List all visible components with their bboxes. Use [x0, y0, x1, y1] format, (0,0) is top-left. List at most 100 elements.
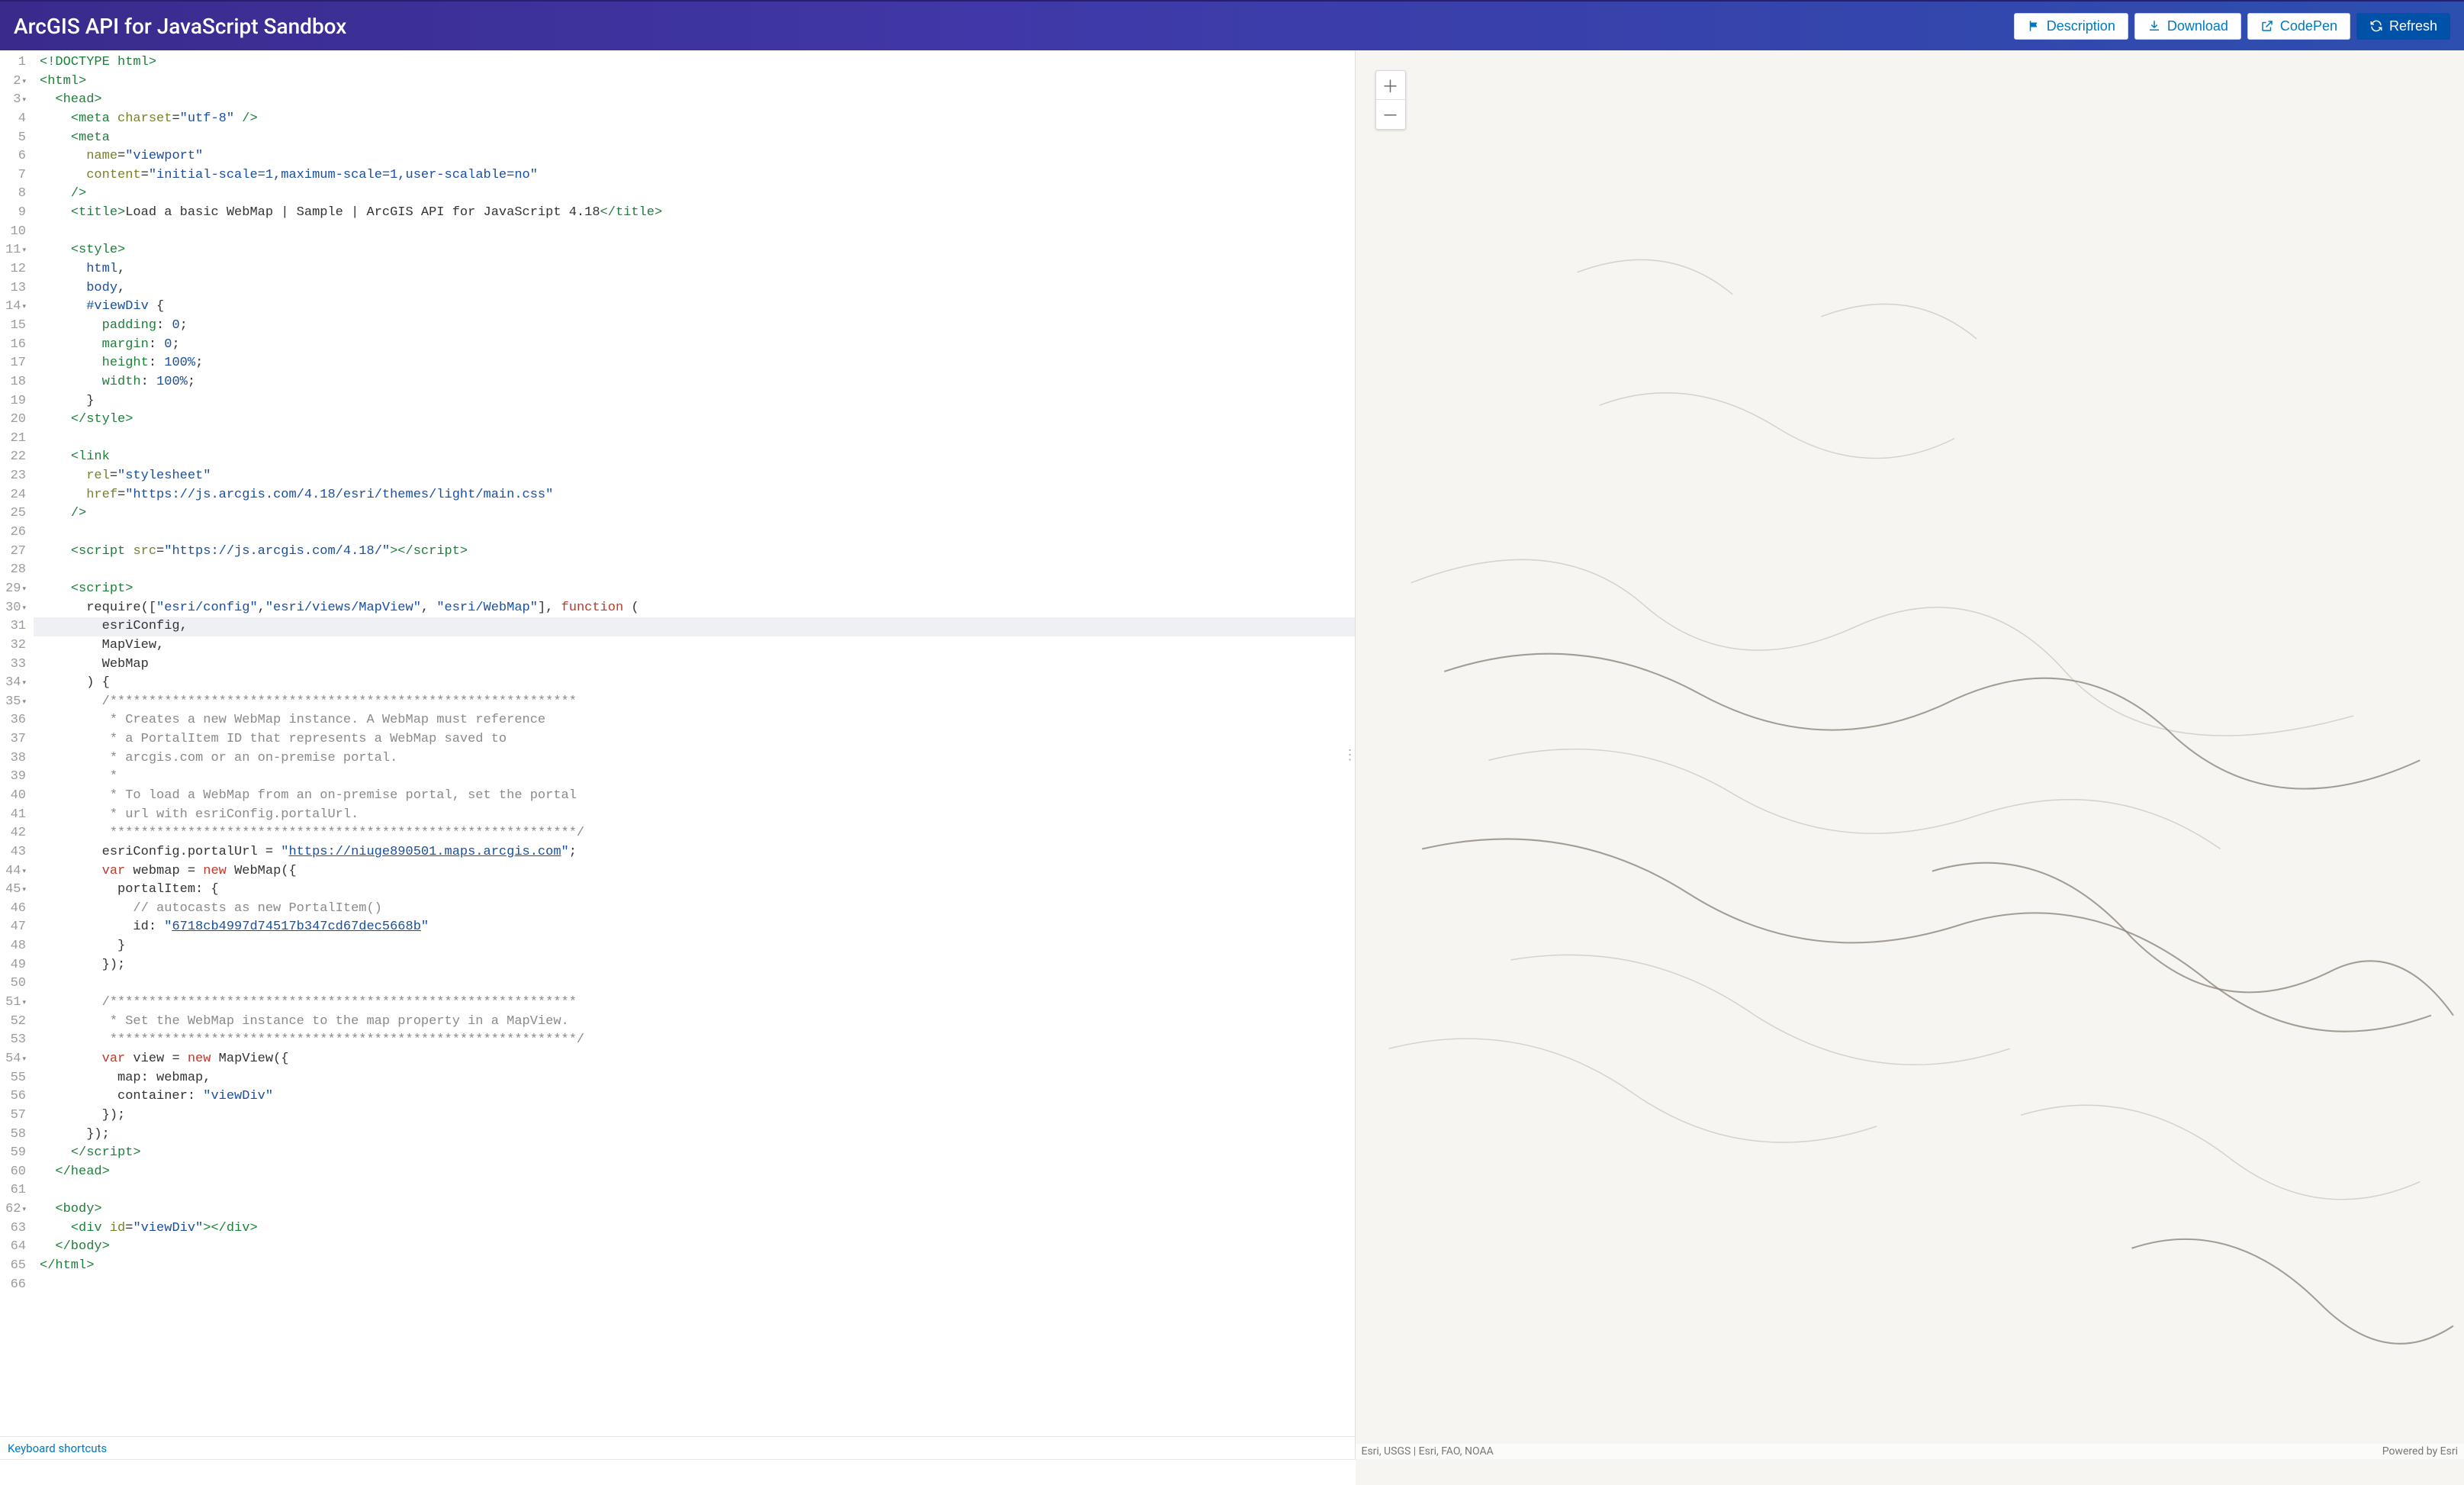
code-line[interactable]: <style> — [34, 241, 1355, 260]
codepen-label: CodePen — [2280, 18, 2337, 34]
codepen-button[interactable]: CodePen — [2247, 13, 2350, 40]
code-line[interactable]: WebMap — [34, 656, 1355, 675]
keyboard-shortcuts-link[interactable]: Keyboard shortcuts — [8, 1442, 107, 1455]
code-line[interactable]: rel="stylesheet" — [34, 467, 1355, 486]
code-line[interactable]: portalItem: { — [34, 881, 1355, 900]
code-line[interactable]: </head> — [34, 1163, 1355, 1182]
code-line[interactable] — [34, 561, 1355, 580]
code-line[interactable]: // autocasts as new PortalItem() — [34, 900, 1355, 919]
code-line[interactable]: </style> — [34, 411, 1355, 430]
code-line[interactable]: </body> — [34, 1238, 1355, 1257]
line-number: 36 — [3, 711, 26, 730]
code-line[interactable]: * url with esriConfig.portalUrl. — [34, 806, 1355, 825]
code-line[interactable]: <script> — [34, 580, 1355, 599]
code-line[interactable]: /> — [34, 185, 1355, 204]
code-line[interactable]: * Set the WebMap instance to the map pro… — [34, 1013, 1355, 1032]
refresh-button[interactable]: Refresh — [2356, 13, 2450, 40]
code-line[interactable]: * — [34, 768, 1355, 787]
download-label: Download — [2167, 18, 2228, 34]
code-line[interactable]: require(["esri/config","esri/views/MapVi… — [34, 599, 1355, 618]
code-line[interactable]: var view = new MapView({ — [34, 1050, 1355, 1069]
code-line[interactable]: <html> — [34, 72, 1355, 92]
code-line[interactable]: }); — [34, 1107, 1355, 1126]
code-line[interactable] — [34, 430, 1355, 449]
line-number: 26 — [3, 523, 26, 543]
code-line[interactable]: <!DOCTYPE html> — [34, 53, 1355, 72]
code-line[interactable]: content="initial-scale=1,maximum-scale=1… — [34, 166, 1355, 185]
code-line[interactable]: </script> — [34, 1144, 1355, 1163]
code-line[interactable]: * a PortalItem ID that represents a WebM… — [34, 730, 1355, 749]
line-number: 39 — [3, 768, 26, 787]
code-line[interactable]: id: "6718cb4997d74517b347cd67dec5668b" — [34, 918, 1355, 937]
code-line[interactable]: <meta — [34, 129, 1355, 148]
code-line[interactable]: ****************************************… — [34, 1031, 1355, 1050]
code-line[interactable] — [34, 223, 1355, 242]
code-line[interactable]: /***************************************… — [34, 994, 1355, 1013]
code-line[interactable]: } — [34, 392, 1355, 411]
code-line[interactable]: <meta charset="utf-8" /> — [34, 110, 1355, 129]
code-line[interactable]: map: webmap, — [34, 1069, 1355, 1088]
code-line[interactable]: #viewDiv { — [34, 298, 1355, 317]
code-line[interactable]: <div id="viewDiv"></div> — [34, 1219, 1355, 1239]
zoom-in-button[interactable]: ＋ — [1376, 71, 1405, 100]
code-line[interactable]: <script src="https://js.arcgis.com/4.18/… — [34, 543, 1355, 562]
line-gutter: 1234567891011121314151617181920212223242… — [0, 50, 34, 1436]
line-number: 30 — [3, 599, 26, 618]
line-number: 4 — [3, 110, 26, 129]
line-number: 5 — [3, 129, 26, 148]
line-number: 2 — [3, 72, 26, 92]
code-line[interactable]: <title>Load a basic WebMap | Sample | Ar… — [34, 204, 1355, 223]
code-line[interactable]: /> — [34, 504, 1355, 523]
code-line[interactable]: </html> — [34, 1257, 1355, 1276]
code-line[interactable]: }); — [34, 1126, 1355, 1145]
code-line[interactable]: <body> — [34, 1200, 1355, 1219]
code-line[interactable]: <head> — [34, 91, 1355, 110]
code-line[interactable]: margin: 0; — [34, 336, 1355, 355]
line-number: 31 — [3, 617, 26, 636]
code-line[interactable] — [34, 974, 1355, 994]
code-line[interactable]: body, — [34, 279, 1355, 298]
line-number: 32 — [3, 636, 26, 656]
line-number: 38 — [3, 749, 26, 768]
line-number: 20 — [3, 411, 26, 430]
editor-pane: 1234567891011121314151617181920212223242… — [0, 50, 1356, 1459]
code-line[interactable]: esriConfig.portalUrl = "https://niuge890… — [34, 843, 1355, 862]
code-line[interactable]: padding: 0; — [34, 317, 1355, 336]
code-line[interactable]: ) { — [34, 674, 1355, 693]
code-line[interactable]: ****************************************… — [34, 824, 1355, 843]
line-number: 44 — [3, 862, 26, 881]
line-number: 49 — [3, 956, 26, 975]
code-line[interactable]: html, — [34, 260, 1355, 279]
line-number: 43 — [3, 843, 26, 862]
download-button[interactable]: Download — [2134, 13, 2241, 40]
code-line[interactable]: href="https://js.arcgis.com/4.18/esri/th… — [34, 486, 1355, 505]
zoom-out-button[interactable]: － — [1376, 100, 1405, 129]
code-line[interactable]: <link — [34, 448, 1355, 467]
code-line[interactable]: container: "viewDiv" — [34, 1087, 1355, 1107]
code-line[interactable]: } — [34, 937, 1355, 956]
description-button[interactable]: Description — [2014, 13, 2128, 40]
code-line[interactable]: name="viewport" — [34, 147, 1355, 166]
code-line[interactable]: esriConfig, — [34, 617, 1355, 636]
line-number: 56 — [3, 1087, 26, 1107]
line-number: 58 — [3, 1126, 26, 1145]
minus-icon: － — [1382, 102, 1398, 127]
code-line[interactable]: * To load a WebMap from an on-premise po… — [34, 787, 1355, 806]
code-line[interactable]: * arcgis.com or an on-premise portal. — [34, 749, 1355, 768]
code-line[interactable]: height: 100%; — [34, 354, 1355, 373]
line-number: 66 — [3, 1276, 26, 1295]
line-number: 45 — [3, 881, 26, 900]
code-body[interactable]: <!DOCTYPE html><html> <head> <meta chars… — [34, 50, 1355, 1436]
code-line[interactable]: * Creates a new WebMap instance. A WebMa… — [34, 711, 1355, 730]
code-line[interactable]: width: 100%; — [34, 373, 1355, 392]
code-line[interactable] — [34, 1181, 1355, 1200]
line-number: 8 — [3, 185, 26, 204]
code-line[interactable]: MapView, — [34, 636, 1355, 656]
code-line[interactable]: var webmap = new WebMap({ — [34, 862, 1355, 881]
code-line[interactable] — [34, 523, 1355, 543]
code-line[interactable]: /***************************************… — [34, 693, 1355, 712]
code-line[interactable] — [34, 1276, 1355, 1295]
code-editor[interactable]: 1234567891011121314151617181920212223242… — [0, 50, 1355, 1436]
code-line[interactable]: }); — [34, 956, 1355, 975]
map-canvas[interactable] — [1356, 50, 2464, 1485]
